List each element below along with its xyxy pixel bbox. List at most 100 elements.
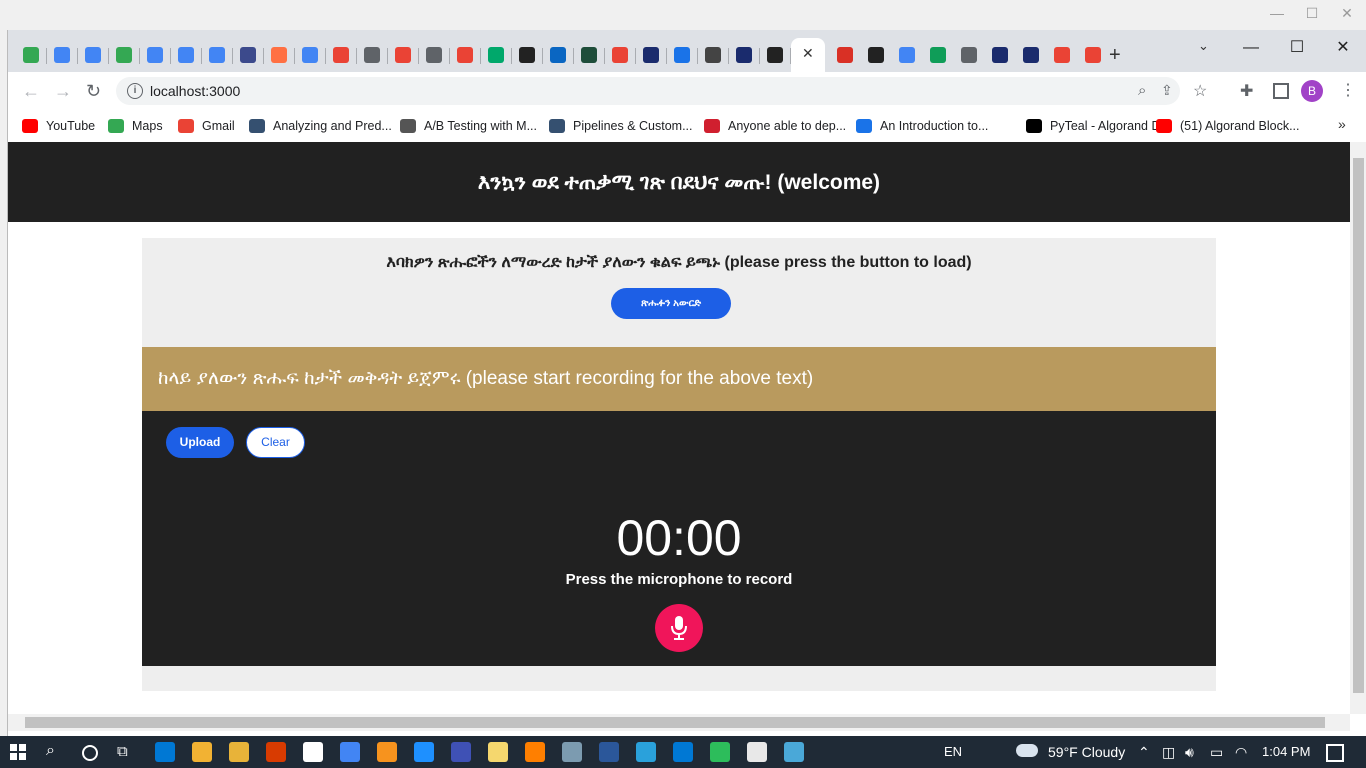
minimize-icon[interactable]: — — [1228, 38, 1274, 58]
clear-button[interactable]: Clear — [246, 427, 305, 458]
tab-20[interactable] — [607, 42, 633, 68]
cortana-icon[interactable] — [82, 745, 98, 761]
tab-6[interactable] — [173, 42, 199, 68]
search-icon[interactable]: ⌕ — [46, 742, 55, 760]
weather-text[interactable]: 59°F Cloudy — [1048, 744, 1125, 760]
horizontal-scroll-thumb[interactable] — [25, 717, 1325, 728]
maximize-icon[interactable]: ☐ — [1274, 38, 1320, 58]
tab-16[interactable] — [483, 42, 509, 68]
taskbar-app-icon[interactable] — [747, 742, 767, 762]
profile-avatar[interactable]: B — [1301, 80, 1323, 102]
start-icon[interactable] — [10, 744, 26, 760]
taskbar-app-icon[interactable] — [451, 742, 471, 762]
site-info-icon[interactable]: i — [127, 83, 143, 99]
tray-chevron-icon[interactable]: ⌃ — [1138, 744, 1150, 761]
tab-2[interactable] — [49, 42, 75, 68]
taskbar-app-icon[interactable] — [155, 742, 175, 762]
bookmark-item[interactable]: Anyone able to dep... — [704, 118, 846, 134]
side-panel-icon[interactable] — [1273, 83, 1289, 99]
bookmarks-overflow-icon[interactable]: » — [1338, 116, 1346, 132]
upload-button[interactable]: Upload — [166, 427, 234, 458]
tab-27[interactable] — [863, 42, 889, 68]
tab-32[interactable] — [1018, 42, 1044, 68]
taskbar-app-icon[interactable] — [414, 742, 434, 762]
vertical-scrollbar[interactable] — [1350, 142, 1366, 714]
taskbar-app-icon[interactable] — [599, 742, 619, 762]
vertical-scroll-thumb[interactable] — [1353, 158, 1364, 693]
tab-8[interactable] — [235, 42, 261, 68]
meet-icon[interactable]: ◫ — [1162, 744, 1175, 761]
taskbar-app-icon[interactable] — [229, 742, 249, 762]
taskbar-app-icon[interactable] — [192, 742, 212, 762]
bookmark-item[interactable]: PyTeal - Algorand D... — [1026, 118, 1171, 134]
zoom-icon[interactable]: ⌕ — [1138, 82, 1146, 99]
tab-search-icon[interactable]: ⌄ — [1198, 38, 1209, 54]
task-view-icon[interactable]: ⧉ — [117, 743, 128, 760]
horizontal-scrollbar[interactable] — [8, 714, 1350, 731]
tab-active[interactable]: ✕ — [791, 38, 825, 72]
taskbar-app-icon[interactable] — [673, 742, 693, 762]
tab-21[interactable] — [638, 42, 664, 68]
taskbar-app-icon[interactable] — [525, 742, 545, 762]
tab-4[interactable] — [111, 42, 137, 68]
bookmark-item[interactable]: Gmail — [178, 118, 235, 134]
tab-12[interactable] — [359, 42, 385, 68]
taskbar-app-icon[interactable] — [377, 742, 397, 762]
bookmark-item[interactable]: YouTube — [22, 118, 95, 134]
tab-31[interactable] — [987, 42, 1013, 68]
tab-25[interactable] — [762, 42, 788, 68]
tab-14[interactable] — [421, 42, 447, 68]
bookmark-star-icon[interactable]: ☆ — [1193, 81, 1207, 101]
address-bar[interactable]: i ⌕ ⇪ ☆ — [116, 77, 1207, 105]
bookmark-item[interactable]: An Introduction to... — [856, 118, 988, 134]
tab-17[interactable] — [514, 42, 540, 68]
bookmark-item[interactable]: Analyzing and Pred... — [249, 118, 392, 134]
tab-29[interactable] — [925, 42, 951, 68]
tab-11[interactable] — [328, 42, 354, 68]
taskbar-app-icon[interactable] — [784, 742, 804, 762]
tab-9[interactable] — [266, 42, 292, 68]
reload-icon[interactable]: ↻ — [86, 82, 101, 100]
tab-10[interactable] — [297, 42, 323, 68]
clock[interactable]: 1:04 PM — [1262, 744, 1310, 759]
taskbar-app-icon[interactable] — [266, 742, 286, 762]
new-tab-icon[interactable]: + — [1109, 44, 1121, 67]
extensions-icon[interactable]: ✚ — [1240, 81, 1253, 101]
tab-5[interactable] — [142, 42, 168, 68]
tab-18[interactable] — [545, 42, 571, 68]
bookmark-item[interactable]: Maps — [108, 118, 163, 134]
bookmark-item[interactable]: Pipelines & Custom... — [549, 118, 693, 134]
menu-icon[interactable]: ⋮ — [1340, 80, 1356, 100]
tab-19[interactable] — [576, 42, 602, 68]
tab-1[interactable] — [18, 42, 44, 68]
forward-icon[interactable]: → — [54, 82, 72, 100]
tab-28[interactable] — [894, 42, 920, 68]
close-window-icon[interactable]: ✕ — [1320, 38, 1366, 58]
tab-15[interactable] — [452, 42, 478, 68]
wifi-icon[interactable]: ◠ — [1235, 744, 1247, 761]
bookmark-item[interactable]: (51) Algorand Block... — [1156, 118, 1300, 134]
volume-icon[interactable]: 🔊︎ — [1185, 744, 1194, 761]
taskbar-app-icon[interactable] — [636, 742, 656, 762]
share-icon[interactable]: ⇪ — [1161, 82, 1173, 99]
battery-icon[interactable]: ▭ — [1210, 744, 1223, 761]
taskbar-app-icon[interactable] — [340, 742, 360, 762]
taskbar-app-icon[interactable] — [488, 742, 508, 762]
tab-7[interactable] — [204, 42, 230, 68]
notifications-icon[interactable] — [1326, 744, 1344, 762]
taskbar-app-icon[interactable] — [303, 742, 323, 762]
bookmark-item[interactable]: A/B Testing with M... — [400, 118, 537, 134]
os-maximize-icon[interactable]: ☐ — [1297, 4, 1327, 22]
back-icon[interactable]: ← — [22, 82, 40, 100]
load-text-button[interactable]: ጽሑፉን አውርድ — [611, 288, 731, 319]
microphone-button[interactable] — [655, 604, 703, 652]
tab-13[interactable] — [390, 42, 416, 68]
os-close-icon[interactable]: ✕ — [1332, 4, 1362, 22]
tab-33[interactable] — [1049, 42, 1075, 68]
tab-24[interactable] — [731, 42, 757, 68]
tab-23[interactable] — [700, 42, 726, 68]
os-minimize-icon[interactable]: — — [1262, 4, 1292, 22]
tab-34[interactable] — [1080, 42, 1106, 68]
language-indicator[interactable]: EN — [944, 744, 962, 759]
tab-3[interactable] — [80, 42, 106, 68]
